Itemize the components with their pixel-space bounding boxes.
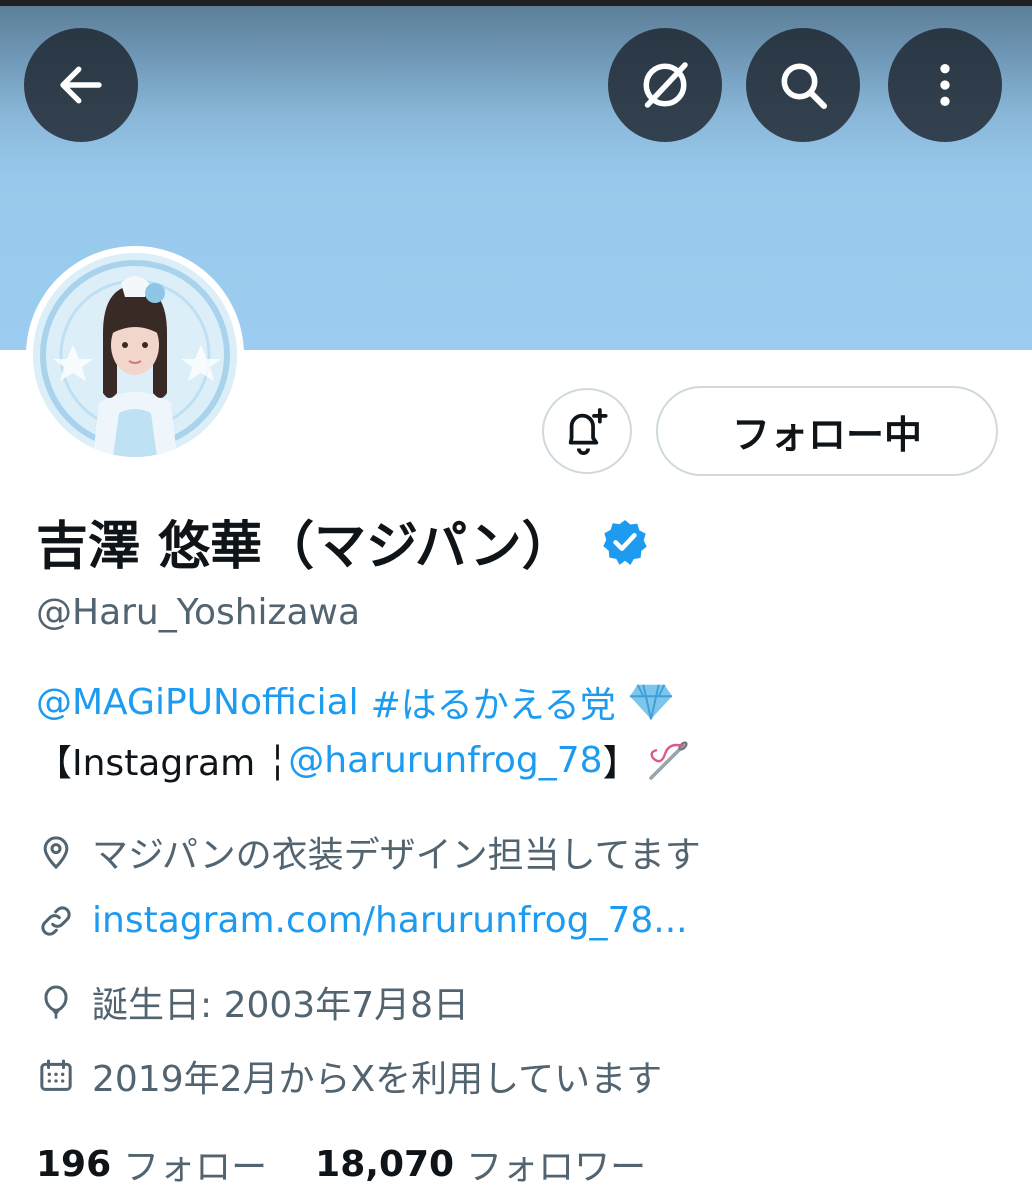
following-label: フォロー (123, 1147, 268, 1188)
link-icon (41, 905, 71, 936)
bell-plus-icon (568, 408, 608, 455)
grok-button[interactable] (608, 28, 722, 142)
needle-thread-icon (648, 741, 688, 780)
balloon-icon (44, 985, 68, 1019)
notify-button[interactable] (542, 388, 632, 474)
birthday-row: 誕生日: 2003年7月8日 (36, 976, 469, 1028)
search-icon (781, 63, 828, 110)
bio-hashtag-link[interactable]: #はるかえる党 (371, 676, 616, 728)
bio-line-2: 【Instagram ╎ @harurunfrog_78 】 (36, 734, 693, 786)
avatar-image (33, 253, 237, 457)
back-button[interactable] (24, 28, 138, 142)
bio-instagram-prefix: 【Instagram ╎ (36, 743, 289, 784)
followers-stat[interactable]: 18,070 フォロワー (315, 1138, 646, 1190)
location-text: マジパンの衣装デザイン担当してます (92, 835, 701, 876)
website-row: instagram.com/harurunfrog_78... (36, 900, 688, 941)
followers-count: 18,070 (315, 1143, 455, 1185)
arrow-left-icon (60, 66, 102, 104)
location-row: マジパンの衣装デザイン担当してます (36, 826, 701, 878)
search-button[interactable] (746, 28, 860, 142)
gem-icon (629, 684, 672, 720)
more-button[interactable] (888, 28, 1002, 142)
joined-row: 2019年2月からXを利用しています (36, 1050, 662, 1102)
following-button-label: フォロー中 (731, 412, 922, 457)
follow-stats: 196 フォロー 18,070 フォロワー (36, 1138, 646, 1190)
bio-instagram-mention-link[interactable]: @harurunfrog_78 (288, 740, 602, 781)
calendar-icon (40, 1059, 72, 1091)
grok-icon (643, 62, 688, 108)
bio-line-1: @MAGiPUNofficial #はるかえる党 (36, 676, 674, 728)
following-count: 196 (36, 1143, 112, 1185)
following-button[interactable]: フォロー中 (656, 386, 998, 476)
following-stat[interactable]: 196 フォロー (36, 1138, 267, 1190)
location-icon (43, 836, 69, 870)
verified-badge-icon (602, 519, 647, 565)
display-name-row: 吉澤 悠華（マジパン） (36, 504, 650, 579)
followers-label: フォロワー (466, 1147, 647, 1188)
joined-text: 2019年2月からXを利用しています (92, 1059, 663, 1100)
bio-mention-link[interactable]: @MAGiPUNofficial (36, 682, 359, 723)
display-name: 吉澤 悠華（マジパン） (36, 517, 574, 577)
more-vertical-icon (940, 64, 950, 106)
birthday-text: 誕生日: 2003年7月8日 (92, 985, 469, 1026)
avatar[interactable] (26, 246, 244, 464)
website-link[interactable]: instagram.com/harurunfrog_78... (92, 900, 688, 941)
bio-instagram-suffix: 】 (602, 743, 639, 784)
handle: @Haru_Yoshizawa (36, 592, 361, 633)
